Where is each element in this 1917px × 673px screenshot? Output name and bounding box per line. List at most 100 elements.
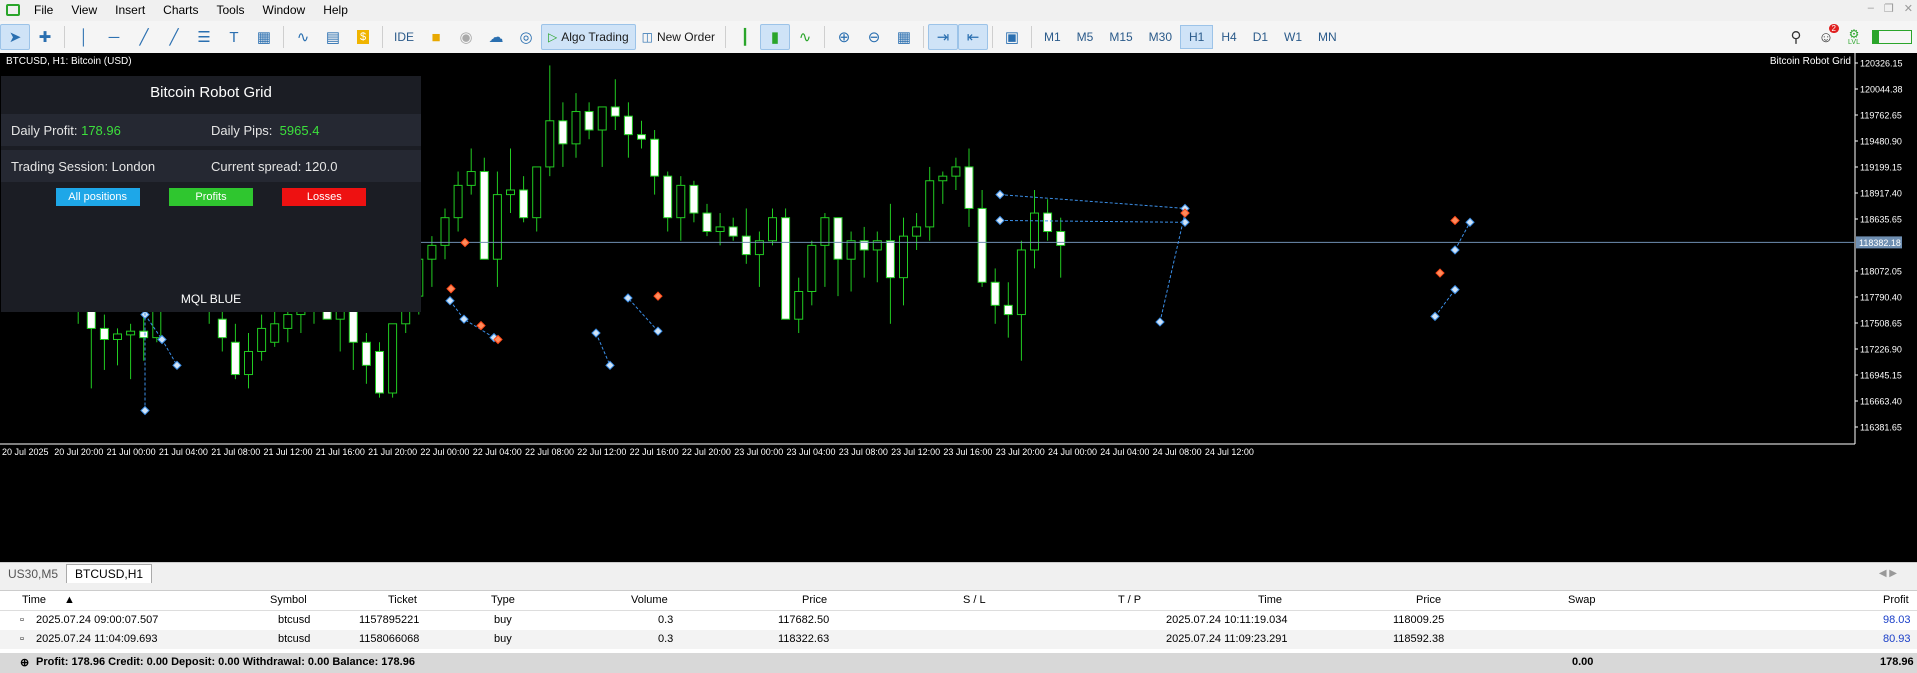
time-label: 24 Jul 04:00 [1100, 447, 1149, 457]
indicators-icon[interactable]: ∿ [288, 24, 318, 50]
buy-marker-icon [995, 215, 1005, 226]
time-label: 21 Jul 00:00 [107, 447, 156, 457]
autoscroll-icon[interactable]: ⇥ [927, 24, 958, 50]
price-label: 119199.15 [1860, 163, 1902, 173]
time-label: 22 Jul 04:00 [473, 447, 522, 457]
sell-marker-icon [1450, 215, 1460, 226]
algo-trading-button[interactable]: ▷ Algo Trading [541, 24, 636, 50]
table-row[interactable]: ▫ 2025.07.24 09:00:07.507 btcusd 1157895… [0, 611, 1917, 630]
vertical-line-icon[interactable]: │ [69, 24, 99, 50]
horizontal-line-icon[interactable]: ─ [99, 24, 129, 50]
candle-body [807, 244, 817, 293]
bar-chart-icon[interactable]: ┃ [730, 24, 760, 50]
dollar-icon[interactable]: $ [348, 24, 378, 50]
order-icon: ▫ [20, 614, 24, 626]
time-label: 23 Jul 08:00 [839, 447, 888, 457]
battery-icon [1867, 24, 1917, 50]
losses-button[interactable]: Losses [282, 188, 367, 206]
templates-icon[interactable]: ▤ [318, 24, 348, 50]
zoom-out-icon[interactable]: ⊖ [859, 24, 889, 50]
candle-body [270, 323, 280, 343]
candle-body [139, 330, 149, 339]
time-label: 22 Jul 16:00 [630, 447, 679, 457]
buy-marker-icon [605, 360, 615, 371]
menu-insert[interactable]: Insert [107, 0, 155, 20]
price-label: 116663.40 [1860, 397, 1902, 407]
sell-marker-icon [1435, 268, 1445, 278]
buy-marker-icon [1450, 245, 1460, 255]
grid-icon[interactable]: ▦ [889, 24, 919, 50]
timeframe-m1[interactable]: M1 [1036, 26, 1069, 48]
timeframe-d1[interactable]: D1 [1245, 26, 1276, 48]
time-label: 23 Jul 00:00 [734, 447, 783, 457]
fibonacci-icon[interactable]: ☰ [189, 24, 219, 50]
all-positions-button[interactable]: All positions [55, 188, 140, 206]
add-icon[interactable]: ⊕ [20, 656, 29, 669]
menu-file[interactable]: File [26, 0, 63, 20]
time-label: 21 Jul 04:00 [159, 447, 208, 457]
vps-icon[interactable]: ◎ [511, 24, 541, 50]
screenshot-icon[interactable]: ▣ [997, 24, 1027, 50]
candle-body [663, 175, 673, 219]
menu-tools[interactable]: Tools [209, 0, 255, 20]
zoom-in-icon[interactable]: ⊕ [829, 24, 859, 50]
candle-body [99, 327, 109, 340]
price-label: 116945.15 [1860, 371, 1902, 381]
timeframe-h4[interactable]: H4 [1213, 26, 1244, 48]
ea-title: Bitcoin Robot Grid [150, 84, 272, 101]
crosshair-icon[interactable]: ✚ [30, 24, 60, 50]
profits-button[interactable]: Profits [168, 188, 253, 206]
candle-body [571, 111, 581, 145]
buy-marker-icon [1155, 317, 1165, 327]
menu-charts[interactable]: Charts [155, 0, 208, 20]
trendline-icon[interactable]: ╱ [129, 24, 159, 50]
timeframe-w1[interactable]: W1 [1276, 26, 1310, 48]
table-row[interactable]: ▫ 2025.07.24 11:04:09.693 btcusd 1158066… [0, 630, 1917, 649]
line-chart-icon[interactable]: ∿ [790, 24, 820, 50]
cursor-tool-icon[interactable]: ➤ [0, 24, 30, 50]
price-label: 117790.40 [1860, 293, 1902, 303]
cloud-icon[interactable]: ☁ [481, 24, 511, 50]
notifications-icon[interactable]: ☺ 2 [1811, 24, 1841, 50]
time-label: 24 Jul 08:00 [1153, 447, 1202, 457]
candle-body [466, 171, 476, 186]
text-tool-icon[interactable]: T [219, 24, 249, 50]
grid-link-line [999, 194, 1186, 209]
close-icon[interactable]: ✕ [1904, 2, 1913, 15]
level-icon[interactable]: ⚙ LVL [1841, 24, 1867, 50]
channel-icon[interactable]: ╱ [159, 24, 189, 50]
lock-icon[interactable]: ■ [421, 24, 451, 50]
menu-window[interactable]: Window [255, 0, 316, 20]
timeframe-m15[interactable]: M15 [1101, 26, 1140, 48]
trading-session: Trading Session: London [11, 158, 156, 174]
chart-shift-icon[interactable]: ⇤ [957, 24, 988, 50]
menu-help[interactable]: Help [315, 0, 358, 20]
timeframe-mn[interactable]: MN [1310, 26, 1345, 48]
menu-view[interactable]: View [63, 0, 107, 20]
candlestick-icon[interactable]: ▮ [759, 24, 790, 50]
tab-scroll-icon[interactable]: ◀ ▶ [1879, 565, 1897, 583]
candle-body [938, 175, 948, 182]
buy-marker-icon [459, 314, 469, 324]
ide-button[interactable]: IDE [387, 24, 421, 50]
restore-icon[interactable]: ❐ [1884, 2, 1894, 15]
candle-body [768, 217, 777, 242]
candle-body [925, 180, 935, 228]
tab-btcusd[interactable]: BTCUSD,H1 [66, 564, 153, 583]
search-icon[interactable]: ⚲ [1781, 24, 1811, 50]
time-label: 22 Jul 12:00 [577, 447, 626, 457]
price-chart[interactable]: 120326.15 120044.38 119762.65 119480.90 1191… [0, 53, 1917, 562]
shapes-icon[interactable]: ▦ [249, 24, 279, 50]
time-label: 24 Jul 12:00 [1205, 447, 1254, 457]
minimize-icon[interactable]: – [1868, 2, 1874, 15]
signal-icon[interactable]: ◉ [451, 24, 481, 50]
timeframe-h1[interactable]: H1 [1180, 25, 1214, 49]
new-order-button[interactable]: ◫ New Order [636, 24, 721, 50]
tab-us30[interactable]: US30,M5 [0, 565, 66, 583]
menu-bar: File View Insert Charts Tools Window Hel… [0, 0, 1917, 20]
candle-body [584, 111, 594, 131]
candle-body [375, 350, 384, 394]
candle-body [427, 244, 437, 260]
timeframe-m30[interactable]: M30 [1141, 26, 1180, 48]
timeframe-m5[interactable]: M5 [1069, 26, 1102, 48]
